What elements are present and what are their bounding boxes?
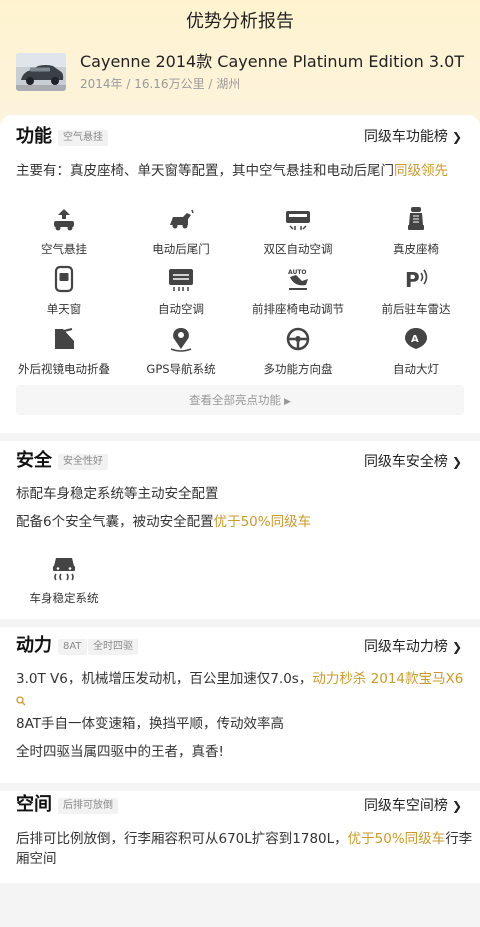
feature-label: 真皮座椅 — [393, 242, 439, 256]
safety-line2: 配备6个安全气囊，被动安全配置优于50%同级车 — [16, 512, 311, 532]
safety-line2-highlight: 优于50%同级车 — [213, 514, 312, 530]
feature-item[interactable]: A 自动大灯 — [361, 325, 471, 377]
triangle-right-icon: ▶ — [284, 397, 291, 407]
sunroof-icon — [50, 265, 78, 293]
feature-item[interactable]: 自动空调 — [126, 265, 236, 317]
power-line3: 全时四驱当属四驱中的王者，真香! — [16, 744, 224, 760]
space-rank-label: 同级车空间榜 — [363, 798, 448, 814]
power-seat-icon: AUTO — [284, 265, 312, 293]
power-rank-label: 同级车动力榜 — [363, 639, 448, 655]
feature-label: 自动空调 — [158, 302, 204, 316]
power-rank-link[interactable]: 同级车动力榜 ❯ — [364, 637, 462, 657]
power-tailgate-icon — [167, 205, 195, 233]
chevron-right-icon: ❯ — [451, 640, 462, 654]
feature-label: 双区自动空调 — [263, 242, 333, 256]
dual-zone-ac-icon — [284, 205, 312, 233]
space-line1: 后排可比例放倒，行李厢容积可从670L扩容到1780L，优于50%同级车行李 — [16, 829, 472, 849]
space-line1-text: 后排可比例放倒，行李厢容积可从670L扩容到1780L， — [16, 831, 348, 847]
feature-item[interactable]: 多功能方向盘 — [243, 325, 353, 377]
function-summary: 主要有：真皮座椅、单天窗等配置，其中空气悬挂和电动后尾门同级领先 — [16, 161, 448, 181]
safety-line1: 标配车身稳定系统等主动安全配置 — [16, 486, 219, 502]
feature-item[interactable]: 双区自动空调 — [243, 205, 353, 257]
svg-text:P: P — [405, 268, 420, 292]
safety-rank-link[interactable]: 同级车安全榜 ❯ — [364, 452, 462, 472]
feature-item[interactable]: 真皮座椅 — [361, 205, 471, 257]
power-card: 动力 8AT 全时四驱 同级车动力榜 ❯ 3.0T V6，机械增压发动机，百公里加… — [0, 627, 480, 783]
power-tag-gearbox: 8AT — [58, 639, 87, 655]
stability-control-icon — [50, 554, 78, 582]
safety-rank-label: 同级车安全榜 — [363, 454, 448, 470]
auto-headlight-icon: A — [402, 325, 430, 353]
chevron-right-icon: ❯ — [451, 130, 462, 144]
svg-text:AUTO: AUTO — [288, 269, 307, 276]
view-all-features-button[interactable]: 查看全部亮点功能 ▶ — [16, 385, 464, 415]
feature-label: 前后驻车雷达 — [381, 302, 451, 316]
car-name: Cayenne 2014款 Cayenne Platinum Edition 3… — [80, 52, 465, 71]
search-icon[interactable] — [16, 691, 26, 706]
car-photo-icon — [16, 53, 66, 91]
power-tag-drive: 全时四驱 — [88, 639, 138, 655]
safety-line2-text: 配备6个安全气囊，被动安全配置 — [16, 514, 214, 530]
feature-item[interactable]: P 前后驻车雷达 — [361, 265, 471, 317]
power-line2: 8AT手自一体变速箱，换挡平顺，传动效率高 — [16, 716, 285, 732]
feature-label: 外后视镜电动折叠 — [18, 362, 110, 376]
space-tag: 后排可放倒 — [58, 798, 118, 814]
power-line1: 3.0T V6，机械增压发动机，百公里加速仅7.0s，动力秒杀 2014款宝马X… — [16, 669, 463, 689]
feature-label: 单天窗 — [46, 302, 82, 316]
safety-card: 安全 安全性好 同级车安全榜 ❯ 标配车身稳定系统等主动安全配置 配备6个安全气囊… — [0, 441, 480, 619]
space-line1-suffix: 行李 — [445, 831, 473, 847]
power-title: 动力 — [16, 635, 52, 656]
feature-label: 车身稳定系统 — [29, 591, 99, 605]
safety-tag: 安全性好 — [58, 454, 108, 470]
chevron-right-icon: ❯ — [451, 799, 462, 813]
feature-label: 自动大灯 — [393, 362, 439, 376]
auto-ac-icon — [167, 265, 195, 293]
power-line1-text: 3.0T V6，机械增压发动机，百公里加速仅7.0s， — [16, 671, 313, 687]
function-tag: 空气悬挂 — [58, 130, 108, 146]
steering-wheel-icon — [284, 325, 312, 353]
feature-item[interactable]: 外后视镜电动折叠 — [9, 325, 119, 377]
feature-item[interactable]: GPS导航系统 — [126, 325, 236, 377]
feature-item[interactable]: 车身稳定系统 — [9, 554, 119, 606]
feature-label: GPS导航系统 — [146, 362, 216, 376]
feature-label: 电动后尾门 — [152, 242, 210, 256]
feature-label: 空气悬挂 — [41, 242, 87, 256]
feature-label: 前排座椅电动调节 — [252, 302, 344, 316]
parking-radar-icon: P — [402, 265, 430, 293]
car-thumbnail[interactable] — [16, 53, 66, 91]
space-line1-highlight: 优于50%同级车 — [347, 831, 446, 847]
space-line2: 厢空间 — [16, 851, 57, 867]
function-rank-label: 同级车功能榜 — [363, 129, 448, 145]
view-all-label: 查看全部亮点功能 — [189, 393, 282, 407]
space-rank-link[interactable]: 同级车空间榜 ❯ — [364, 796, 462, 816]
chevron-right-icon: ❯ — [451, 455, 462, 469]
function-summary-highlight: 同级领先 — [394, 163, 448, 179]
feature-item[interactable]: AUTO 前排座椅电动调节 — [243, 265, 353, 317]
gps-navigation-icon — [167, 325, 195, 353]
car-meta: 2014年 / 16.16万公里 / 湖州 — [80, 77, 241, 91]
space-card: 空间 后排可放倒 同级车空间榜 ❯ 后排可比例放倒，行李厢容积可从670L扩容到1… — [0, 791, 480, 883]
feature-label: 多功能方向盘 — [263, 362, 333, 376]
leather-seat-icon — [402, 205, 430, 233]
function-title: 功能 — [16, 126, 52, 147]
feature-item[interactable]: 空气悬挂 — [9, 205, 119, 257]
space-title: 空间 — [16, 794, 52, 815]
power-line1-highlight: 动力秒杀 2014款宝马X6 — [312, 671, 464, 687]
function-rank-link[interactable]: 同级车功能榜 ❯ — [364, 127, 462, 147]
feature-item[interactable]: 电动后尾门 — [126, 205, 236, 257]
mirror-fold-icon — [50, 325, 78, 353]
svg-text:A: A — [411, 334, 419, 345]
function-summary-text: 主要有：真皮座椅、单天窗等配置，其中空气悬挂和电动后尾门 — [16, 163, 394, 179]
page-title: 优势分析报告 — [186, 11, 294, 32]
feature-item[interactable]: 单天窗 — [9, 265, 119, 317]
air-suspension-icon — [50, 205, 78, 233]
safety-title: 安全 — [16, 450, 52, 471]
